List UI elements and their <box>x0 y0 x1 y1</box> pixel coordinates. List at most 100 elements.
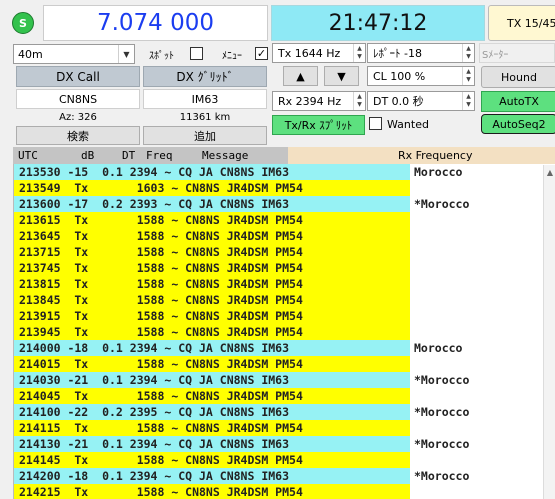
column-message: Message <box>202 149 249 162</box>
decode-message: 214015 Tx 1588 ~ CN8NS JR4DSM PM54 <box>14 356 410 372</box>
decode-message: 213549 Tx 1603 ~ CN8NS JR4DSM PM54 <box>14 180 410 196</box>
menu-label: ﾒﾆｭｰ <box>222 50 242 62</box>
decode-row[interactable]: 214130 -21 0.1 2394 ~ CQ JA CN8NS IM63 *M… <box>14 436 555 452</box>
decode-message: 214030 -21 0.1 2394 ~ CQ JA CN8NS IM63 <box>14 372 410 388</box>
rx-frequency-spinbox[interactable]: Rx 2394 Hz ▲ ▼ <box>272 91 366 111</box>
spin-arrows-icon: ▲ ▼ <box>462 92 474 110</box>
column-freq: Freq <box>146 149 173 162</box>
spot-checkbox[interactable] <box>190 47 203 60</box>
scroll-up-icon[interactable]: ▲ <box>544 165 555 179</box>
decode-row[interactable]: 214045 Tx 1588 ~ CN8NS JR4DSM PM54 <box>14 388 555 404</box>
decode-row[interactable]: 214115 Tx 1588 ~ CN8NS JR4DSM PM54 <box>14 420 555 436</box>
decode-country: Morocco <box>414 165 463 179</box>
decode-message: 213645 Tx 1588 ~ CN8NS JR4DSM PM54 <box>14 228 410 244</box>
menu-checkbox[interactable]: ✓ <box>255 47 268 60</box>
decode-message: 213745 Tx 1588 ~ CN8NS JR4DSM PM54 <box>14 260 410 276</box>
rx-frequency-value: Rx 2394 Hz <box>278 94 342 108</box>
tx-rx-split-button[interactable]: Tx/Rx ｽﾌﾟﾘｯﾄ <box>272 115 365 135</box>
checkmark-icon: ✓ <box>256 47 267 60</box>
decode-country: *Morocco <box>414 373 470 387</box>
freq-up-button[interactable]: ▲ <box>283 66 318 86</box>
decode-message: 214100 -22 0.2 2395 ~ CQ JA CN8NS IM63 <box>14 404 410 420</box>
wanted-checkbox[interactable] <box>369 117 382 130</box>
decode-country: Morocco <box>414 341 463 355</box>
dt-value: DT 0.0 秒 <box>373 95 424 108</box>
decode-message: 214200 -18 0.1 2394 ~ CQ JA CN8NS IM63 <box>14 468 410 484</box>
cl-value: CL 100 % <box>373 69 426 83</box>
freq-down-button[interactable]: ▼ <box>324 66 359 86</box>
decode-header: UTC dB DT Freq Message Rx Frequency <box>13 147 555 164</box>
decode-row[interactable]: 213815 Tx 1588 ~ CN8NS JR4DSM PM54 <box>14 276 555 292</box>
decode-country: *Morocco <box>414 197 470 211</box>
lookup-button[interactable]: 検索 <box>16 126 140 145</box>
column-utc: UTC <box>18 149 38 162</box>
decode-message: 213915 Tx 1588 ~ CN8NS JR4DSM PM54 <box>14 308 410 324</box>
decode-row[interactable]: 213530 -15 0.1 2394 ~ CQ JA CN8NS IM63 Mo… <box>14 164 555 180</box>
decode-row[interactable]: 213549 Tx 1603 ~ CN8NS JR4DSM PM54 <box>14 180 555 196</box>
decode-row[interactable]: 213945 Tx 1588 ~ CN8NS JR4DSM PM54 <box>14 324 555 340</box>
band-value: 40m <box>18 47 43 61</box>
s-meter-label: Sﾒｰﾀｰ <box>482 49 509 61</box>
decode-row[interactable]: 214100 -22 0.2 2395 ~ CQ JA CN8NS IM63 *M… <box>14 404 555 420</box>
decode-country: *Morocco <box>414 437 470 451</box>
decode-row[interactable]: 213915 Tx 1588 ~ CN8NS JR4DSM PM54 <box>14 308 555 324</box>
spin-arrows-icon: ▲ ▼ <box>353 92 365 110</box>
decode-row[interactable]: 213615 Tx 1588 ~ CN8NS JR4DSM PM54 <box>14 212 555 228</box>
decode-row[interactable]: 214145 Tx 1588 ~ CN8NS JR4DSM PM54 <box>14 452 555 468</box>
tx-frequency-spinbox[interactable]: Tx 1644 Hz ▲ ▼ <box>272 43 366 63</box>
decode-message: 214215 Tx 1588 ~ CN8NS JR4DSM PM54 <box>14 484 410 499</box>
dx-call-field[interactable]: CN8NS <box>16 89 140 109</box>
decode-row[interactable]: 213645 Tx 1588 ~ CN8NS JR4DSM PM54 <box>14 228 555 244</box>
decode-row[interactable]: 213715 Tx 1588 ~ CN8NS JR4DSM PM54 <box>14 244 555 260</box>
vertical-scrollbar[interactable]: ▲ <box>543 165 555 499</box>
decode-list[interactable]: 213530 -15 0.1 2394 ~ CQ JA CN8NS IM63 Mo… <box>13 164 555 499</box>
decode-message: 214130 -21 0.1 2394 ~ CQ JA CN8NS IM63 <box>14 436 410 452</box>
decode-row[interactable]: 213600 -17 0.2 2393 ~ CQ JA CN8NS IM63 *M… <box>14 196 555 212</box>
s-meter: Sﾒｰﾀｰ <box>479 43 555 63</box>
dt-spinbox[interactable]: DT 0.0 秒 ▲ ▼ <box>367 91 475 111</box>
tx-frequency-value: Tx 1644 Hz <box>278 46 341 60</box>
spin-arrows-icon: ▲ ▼ <box>353 44 365 62</box>
dx-grid-field[interactable]: IM63 <box>143 89 267 109</box>
utc-clock-display: 21:47:12 <box>271 5 485 41</box>
chevron-down-icon: ▼ <box>118 45 134 63</box>
dx-call-button[interactable]: DX Call <box>16 66 140 87</box>
spin-arrows-icon: ▲ ▼ <box>462 44 474 62</box>
dial-frequency-display: 7.074 000 <box>43 5 268 41</box>
column-db: dB <box>81 149 95 162</box>
triangle-up-icon: ▲ <box>296 69 305 83</box>
decode-message: 213945 Tx 1588 ~ CN8NS JR4DSM PM54 <box>14 324 410 340</box>
decode-row[interactable]: 214215 Tx 1588 ~ CN8NS JR4DSM PM54 <box>14 484 555 499</box>
column-dt: DT <box>122 149 136 162</box>
spot-label: ｽﾎﾟｯﾄ <box>149 50 174 62</box>
rx-frequency-column: Rx Frequency <box>288 147 555 164</box>
decode-country: *Morocco <box>414 469 470 483</box>
decode-row[interactable]: 214015 Tx 1588 ~ CN8NS JR4DSM PM54 <box>14 356 555 372</box>
report-spinbox[interactable]: ﾚﾎﾟｰﾄ -18 ▲ ▼ <box>367 43 475 63</box>
decode-message: 213815 Tx 1588 ~ CN8NS JR4DSM PM54 <box>14 276 410 292</box>
decode-message: 213715 Tx 1588 ~ CN8NS JR4DSM PM54 <box>14 244 410 260</box>
decode-message: 213600 -17 0.2 2393 ~ CQ JA CN8NS IM63 <box>14 196 410 212</box>
decode-country: *Morocco <box>414 405 470 419</box>
dx-grid-button[interactable]: DX ｸﾞﾘｯﾄﾞ <box>143 66 267 87</box>
decode-message: 214145 Tx 1588 ~ CN8NS JR4DSM PM54 <box>14 452 410 468</box>
decode-message: 214045 Tx 1588 ~ CN8NS JR4DSM PM54 <box>14 388 410 404</box>
decode-message: 213845 Tx 1588 ~ CN8NS JR4DSM PM54 <box>14 292 410 308</box>
autoseq-button[interactable]: AutoSeq2 <box>481 114 555 134</box>
decode-row[interactable]: 214200 -18 0.1 2394 ~ CQ JA CN8NS IM63 *M… <box>14 468 555 484</box>
decode-row[interactable]: 213845 Tx 1588 ~ CN8NS JR4DSM PM54 <box>14 292 555 308</box>
decode-row[interactable]: 214030 -21 0.1 2394 ~ CQ JA CN8NS IM63 *M… <box>14 372 555 388</box>
status-indicator: S <box>12 12 34 34</box>
triangle-down-icon: ▼ <box>337 69 346 83</box>
hound-button[interactable]: Hound <box>481 66 555 88</box>
decode-row[interactable]: 214000 -18 0.1 2394 ~ CQ JA CN8NS IM63 Mo… <box>14 340 555 356</box>
decode-message: 214000 -18 0.1 2394 ~ CQ JA CN8NS IM63 <box>14 340 410 356</box>
tx-status-display: TX 15/45 <box>488 5 555 41</box>
decode-row[interactable]: 213745 Tx 1588 ~ CN8NS JR4DSM PM54 <box>14 260 555 276</box>
band-select[interactable]: 40m ▼ <box>13 44 135 64</box>
spin-arrows-icon: ▲ ▼ <box>462 67 474 85</box>
wanted-label: Wanted <box>387 117 429 131</box>
add-button[interactable]: 追加 <box>143 126 267 145</box>
cl-spinbox[interactable]: CL 100 % ▲ ▼ <box>367 66 475 86</box>
autotx-button[interactable]: AutoTX <box>481 91 555 112</box>
